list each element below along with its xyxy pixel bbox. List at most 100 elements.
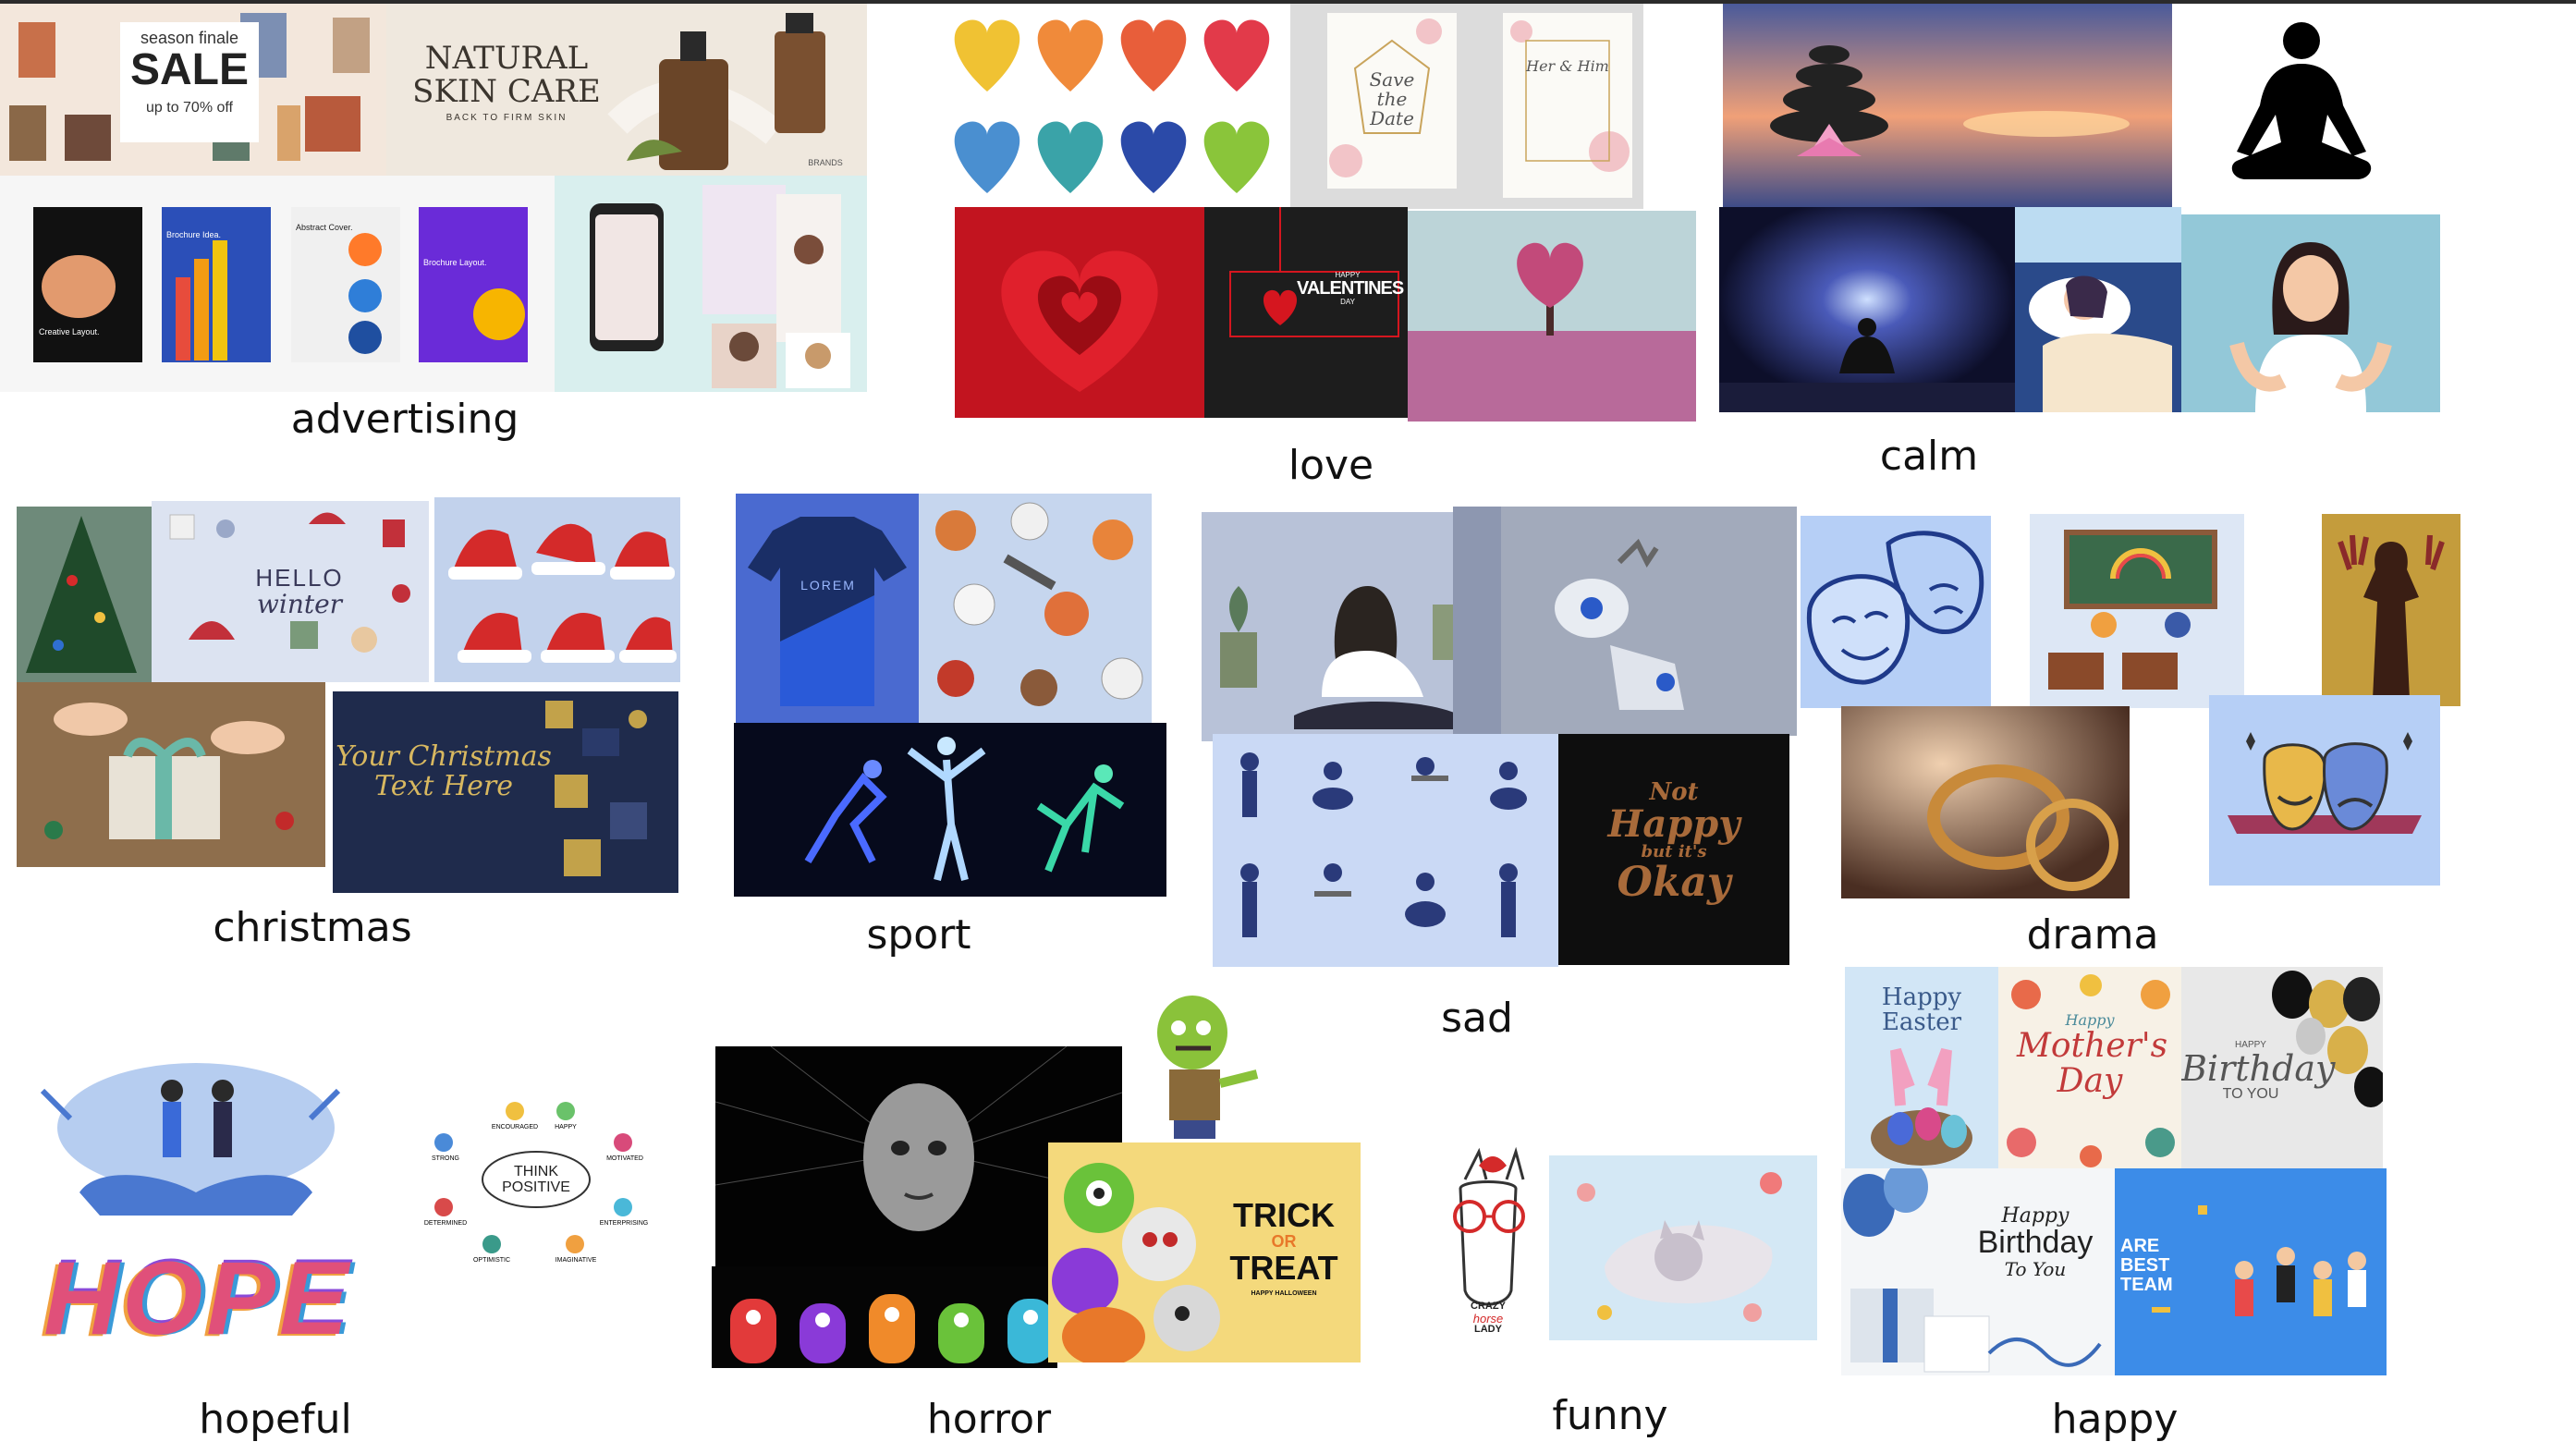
think-positive-w3: STRONG bbox=[432, 1155, 459, 1162]
sad-women-set-image[interactable] bbox=[1213, 734, 1558, 967]
happy-birthday-balloons-image[interactable]: HAPPY Birthday TO YOU bbox=[2181, 967, 2383, 1168]
advertising-brochure-image[interactable]: Creative Layout. Brochure Idea. Abstract… bbox=[0, 176, 555, 392]
think-positive-w8: IMAGINATIVE bbox=[555, 1257, 597, 1264]
sport-neon-runners-image[interactable] bbox=[734, 723, 1166, 897]
think-positive-center2: POSITIVE bbox=[502, 1179, 570, 1195]
christmas-hello-winter-image[interactable]: HELLO winter bbox=[152, 501, 429, 682]
skincare-brand: BRANDS bbox=[808, 158, 843, 167]
wedding-card1-text: Save the Date bbox=[1369, 68, 1415, 129]
calm-zen-stones-image[interactable] bbox=[1723, 4, 2172, 209]
trick-line1: TRICK bbox=[1233, 1196, 1335, 1234]
category-label-happy: happy bbox=[2051, 1396, 2179, 1443]
love-valentines-image[interactable]: HAPPY VALENTINES DAY bbox=[1204, 207, 1408, 418]
calm-meditation-icon-image[interactable] bbox=[2172, 4, 2431, 209]
happy-mothers-day-image[interactable]: Happy Mother's Day bbox=[1998, 967, 2181, 1168]
think-positive-w5: DETERMINED bbox=[423, 1220, 468, 1227]
love-hearts-image[interactable] bbox=[941, 4, 1290, 207]
christmas-santa-hats-image[interactable] bbox=[434, 497, 680, 682]
jersey-brand: LOREM bbox=[800, 578, 856, 593]
think-positive-w1: ENCOURAGED bbox=[491, 1124, 539, 1130]
christmas-gift-wrapping-image[interactable] bbox=[17, 682, 325, 867]
birthday2-line2: Birthday bbox=[1977, 1225, 2094, 1261]
christmas-tree-image[interactable] bbox=[17, 507, 165, 682]
trick-line2: OR bbox=[1271, 1231, 1297, 1251]
crazy-line1: CRAZY bbox=[1471, 1301, 1506, 1312]
category-label-advertising: advertising bbox=[290, 396, 519, 443]
brochure-label3: Abstract Cover. bbox=[296, 223, 353, 232]
brochure-label1: Creative Layout. bbox=[39, 327, 100, 336]
advertising-skincare-image[interactable]: NATURAL SKIN CARE BACK TO FIRM SKIN BRAN… bbox=[386, 4, 867, 176]
love-heart-tree-image[interactable] bbox=[1408, 211, 1696, 422]
okay-line4: Okay bbox=[1617, 859, 1731, 907]
drama-classroom-image[interactable] bbox=[2030, 514, 2244, 708]
horror-monsters-image[interactable] bbox=[712, 1266, 1057, 1368]
advertising-sale-image[interactable]: season finale SALE up to 70% off bbox=[0, 4, 386, 176]
horror-zombie-image[interactable] bbox=[1128, 991, 1272, 1139]
christmas-text-banner-image[interactable]: Your Christmas Text Here bbox=[333, 691, 678, 893]
think-positive-w4: MOTIVATED bbox=[606, 1155, 643, 1162]
hello-winter-line1: HELLO bbox=[255, 564, 344, 592]
birthday2-line3: To You bbox=[2004, 1257, 2067, 1280]
category-label-hopeful: hopeful bbox=[199, 1396, 352, 1443]
happy-best-team-image[interactable]: ARE BEST TEAM bbox=[2115, 1168, 2387, 1375]
mothers-line3: Day bbox=[2057, 1061, 2123, 1100]
hopeful-handshake-image[interactable] bbox=[24, 1054, 368, 1235]
love-rose-image[interactable] bbox=[955, 207, 1204, 418]
happy-easter-image[interactable]: Happy Easter bbox=[1845, 967, 1998, 1168]
hopeful-think-positive-image[interactable]: THINK POSITIVE ENCOURAGED HAPPY STRONG M… bbox=[418, 1087, 654, 1272]
category-label-horror: horror bbox=[926, 1396, 1052, 1443]
wedding-card2-text: Her & Him bbox=[1526, 57, 1609, 75]
valentines-line2: VALENTINES bbox=[1297, 278, 1404, 299]
okay-line2: Happy bbox=[1607, 802, 1740, 847]
sale-line2: SALE bbox=[129, 44, 249, 94]
sad-okay-lettering-image[interactable]: Not Happy but it's Okay bbox=[1558, 734, 1789, 965]
funny-cat-watercolor-image[interactable] bbox=[1549, 1155, 1817, 1340]
hopeful-hope-lettering-image[interactable]: HOPE bbox=[15, 1239, 381, 1359]
think-positive-w6: ENTERPRISING bbox=[599, 1220, 649, 1227]
skincare-line2: SKIN CARE bbox=[412, 72, 601, 110]
happy-birthday-gifts-image[interactable]: Happy Birthday To You bbox=[1841, 1168, 2115, 1375]
category-label-funny: funny bbox=[1552, 1392, 1668, 1439]
drama-comedy-tragedy-masks-image[interactable] bbox=[2209, 695, 2440, 886]
category-label-calm: calm bbox=[1879, 433, 1979, 480]
calm-galaxy-meditation-image[interactable] bbox=[1719, 207, 2015, 412]
advertising-mobile-ui-image[interactable] bbox=[555, 176, 867, 392]
team-line2: BEST TEAM bbox=[2120, 1255, 2173, 1295]
sport-jersey-image[interactable]: LOREM bbox=[736, 494, 919, 723]
think-positive-w2: HAPPY bbox=[555, 1124, 577, 1130]
skincare-line1: NATURAL bbox=[424, 40, 589, 77]
category-label-christmas: christmas bbox=[213, 904, 412, 951]
birthday2-line1: Happy bbox=[2001, 1204, 2069, 1228]
funny-crazy-horse-image[interactable]: CRAZY horse LADY bbox=[1423, 1142, 1547, 1350]
hope-word: HOPE bbox=[43, 1240, 352, 1356]
okay-line1: Not bbox=[1649, 778, 1699, 806]
valentines-line3: DAY bbox=[1340, 298, 1355, 307]
drama-trumpet-image[interactable] bbox=[1841, 706, 2130, 898]
horror-trick-or-treat-image[interactable]: TRICK OR TREAT HAPPY HALLOWEEN bbox=[1048, 1142, 1361, 1362]
love-wedding-cards-image[interactable]: Save the Date Her & Him bbox=[1290, 4, 1643, 209]
category-label-love: love bbox=[1288, 442, 1374, 489]
sport-balls-image[interactable] bbox=[919, 494, 1152, 723]
easter-line1: Happy bbox=[1881, 984, 1962, 1011]
team-line1: ARE bbox=[2120, 1236, 2160, 1256]
trick-line3: TREAT bbox=[1229, 1248, 1338, 1287]
birthday1-line3: TO YOU bbox=[2222, 1086, 2279, 1103]
drama-masks-outline-image[interactable] bbox=[1801, 516, 1991, 708]
crazy-line2: horse bbox=[1472, 1311, 1504, 1326]
calm-sleeping-woman-image[interactable] bbox=[2015, 207, 2181, 412]
hello-winter-line2: winter bbox=[256, 589, 343, 620]
trick-line4: HAPPY HALLOWEEN bbox=[1251, 1290, 1317, 1298]
brochure-label2: Brochure Idea. bbox=[166, 230, 222, 239]
calm-meditating-woman-image[interactable] bbox=[2181, 214, 2440, 412]
mothers-line2: Mother's bbox=[2017, 1026, 2168, 1065]
sale-line3: up to 70% off bbox=[146, 100, 233, 116]
birthday1-line2: Birthday bbox=[2181, 1047, 2336, 1089]
crazy-line3: LADY bbox=[1474, 1324, 1502, 1336]
skincare-line3: BACK TO FIRM SKIN bbox=[446, 113, 568, 124]
easter-line2: Easter bbox=[1881, 1008, 1962, 1037]
category-label-drama: drama bbox=[2026, 911, 2159, 959]
drama-hands-silhouette-image[interactable] bbox=[2322, 514, 2460, 706]
think-positive-w7: OPTIMISTIC bbox=[472, 1257, 511, 1264]
sad-robot-image[interactable] bbox=[1453, 507, 1797, 736]
think-positive-center1: THINK bbox=[514, 1164, 558, 1179]
